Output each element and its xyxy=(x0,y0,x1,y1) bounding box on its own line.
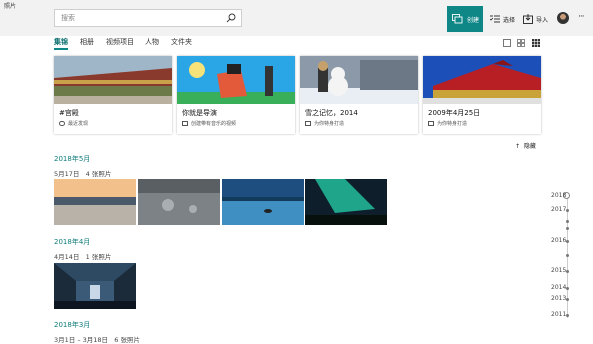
card-subtitle-text: 最近发现 xyxy=(68,121,89,127)
card-title: #宫殿 xyxy=(59,109,79,117)
card-image xyxy=(177,56,295,104)
view-small-icon[interactable] xyxy=(532,39,540,47)
timeline-dot[interactable] xyxy=(566,298,569,301)
view-large-icon[interactable] xyxy=(503,39,511,47)
photo-thumbnail[interactable] xyxy=(54,263,136,309)
date-group: 3月1日 – 3月18日 6 张照片 xyxy=(54,334,140,344)
collection-card[interactable]: 雪之记忆，2014 为你特身打造 xyxy=(300,56,418,134)
card-title: 雪之记忆，2014 xyxy=(305,109,358,117)
date-label: 4月14日 xyxy=(54,253,80,261)
search-icon[interactable] xyxy=(226,13,236,23)
cloud-icon xyxy=(59,121,65,126)
collection-card[interactable]: #宫殿 最近发现 xyxy=(54,56,172,134)
arrow-up-icon: ↑ xyxy=(515,143,521,150)
card-title: 你就是导演 xyxy=(182,109,217,117)
collection-card[interactable]: 2009年4月25日 为你特身打造 xyxy=(423,56,541,134)
card-image xyxy=(423,56,541,104)
create-button[interactable]: 创建 xyxy=(447,6,483,32)
photo-icon xyxy=(305,121,311,126)
photo-thumbnail[interactable] xyxy=(222,179,304,225)
timeline-dot[interactable] xyxy=(566,240,569,243)
search-input[interactable] xyxy=(61,13,221,23)
create-icon xyxy=(452,14,463,24)
timeline-dot[interactable] xyxy=(566,270,569,273)
view-medium-icon[interactable] xyxy=(517,39,525,47)
hide-button[interactable]: ↑ 隐藏 xyxy=(515,141,536,150)
photo-thumbnail[interactable] xyxy=(54,179,136,225)
date-group: 4月14日 1 张照片 xyxy=(54,251,111,261)
timeline-dot[interactable] xyxy=(566,220,569,223)
month-heading: 2018年5月 xyxy=(54,155,91,163)
timeline-dot[interactable] xyxy=(566,227,569,230)
import-icon xyxy=(523,14,533,24)
import-button[interactable]: 导入 xyxy=(521,6,551,32)
timeline-year[interactable]: 2018 xyxy=(551,192,571,199)
date-label: 3月1日 – 3月18日 xyxy=(54,336,109,344)
create-label: 创建 xyxy=(467,17,480,24)
app-title: 照片 xyxy=(4,3,17,10)
photo-count: 6 张照片 xyxy=(114,336,140,344)
tab-people[interactable]: 人物 xyxy=(145,37,159,47)
card-subtitle-text: 为你特身打造 xyxy=(314,121,345,127)
tab-folders[interactable]: 文件夹 xyxy=(171,37,192,47)
card-subtitle: 为你特身打造 xyxy=(428,120,467,127)
month-heading: 2018年3月 xyxy=(54,321,91,329)
tab-collection[interactable]: 集锦 xyxy=(54,37,68,50)
more-options-icon[interactable]: ··· xyxy=(578,12,585,22)
hide-label: 隐藏 xyxy=(523,143,536,150)
photo-thumbnail[interactable] xyxy=(138,179,220,225)
date-label: 5月17日 xyxy=(54,170,80,178)
video-icon xyxy=(182,121,188,126)
import-label: 导入 xyxy=(536,17,549,24)
card-subtitle: 为你特身打造 xyxy=(305,120,344,127)
photo-icon xyxy=(428,121,434,126)
collection-card[interactable]: 你就是导演 创建带有音乐的视频 xyxy=(177,56,295,134)
card-subtitle-text: 创建带有音乐的视频 xyxy=(191,121,237,127)
tab-video-projects[interactable]: 视频项目 xyxy=(106,37,134,47)
card-subtitle-text: 为你特身打造 xyxy=(437,121,468,127)
card-subtitle: 最近发现 xyxy=(59,120,88,127)
photo-thumbnail[interactable] xyxy=(305,179,387,225)
photo-count: 4 张照片 xyxy=(85,170,112,178)
timeline-dot[interactable] xyxy=(566,209,569,212)
avatar[interactable] xyxy=(557,12,569,24)
tab-albums[interactable]: 相册 xyxy=(80,37,94,47)
search-box[interactable] xyxy=(54,9,242,27)
select-label: 选择 xyxy=(503,17,516,24)
card-subtitle: 创建带有音乐的视频 xyxy=(182,120,236,127)
select-button[interactable]: 选择 xyxy=(488,6,520,32)
card-image xyxy=(300,56,418,104)
timeline-dot[interactable] xyxy=(566,287,569,290)
title-bar: 照片 创建 选择 导入 ··· xyxy=(0,0,593,36)
month-heading: 2018年4月 xyxy=(54,238,91,246)
card-title: 2009年4月25日 xyxy=(428,109,481,117)
card-image xyxy=(54,56,172,104)
timeline-dot[interactable] xyxy=(566,314,569,317)
date-group: 5月17日 4 张照片 xyxy=(54,168,111,178)
timeline-dot[interactable] xyxy=(566,254,569,257)
photo-count: 1 张照片 xyxy=(85,253,112,261)
select-icon xyxy=(490,15,500,23)
